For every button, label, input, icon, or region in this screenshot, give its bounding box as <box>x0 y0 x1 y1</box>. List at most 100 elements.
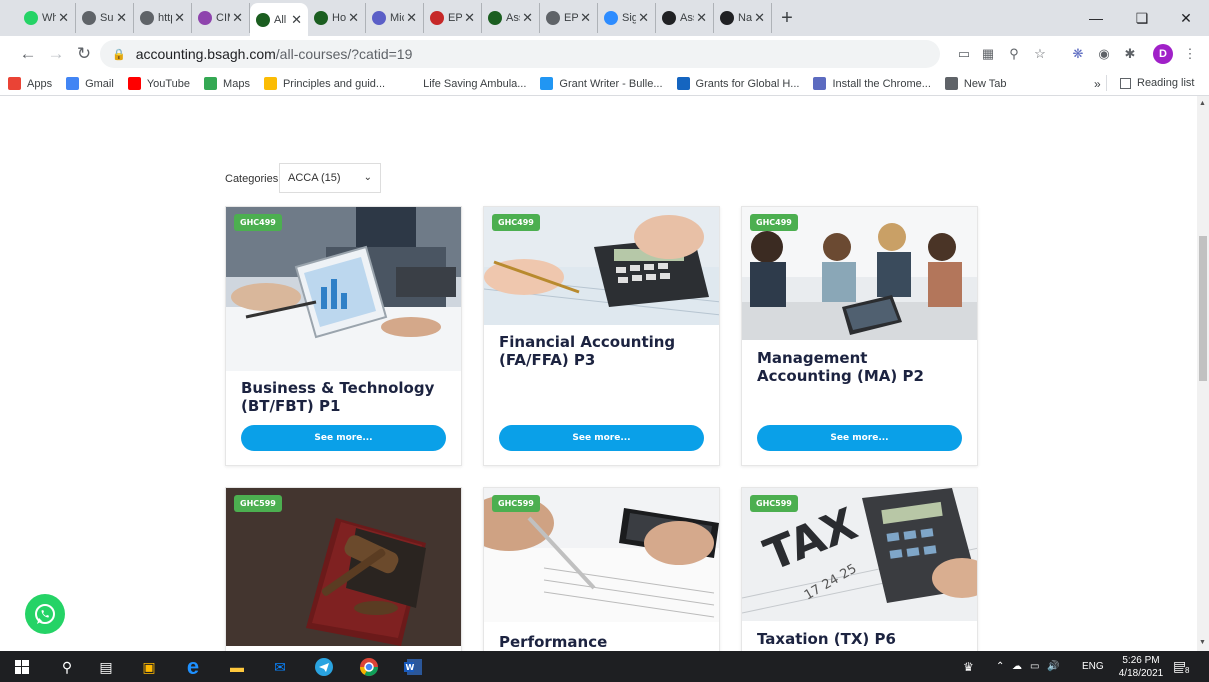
menu-icon[interactable]: ⋮ <box>1180 44 1200 64</box>
browser-tab[interactable]: Nati✕ <box>714 3 772 33</box>
cloud-icon[interactable]: ☁ <box>1012 651 1022 682</box>
course-title[interactable]: Management Accounting (MA) P2 <box>757 349 967 385</box>
address-domain: accounting.bsagh.com <box>135 46 276 62</box>
extension-shield-icon[interactable]: ◉ <box>1094 44 1114 64</box>
browser-tab[interactable]: Hon✕ <box>308 3 366 33</box>
course-title[interactable]: Taxation (TX) P6 <box>757 630 967 648</box>
notifications-button[interactable]: ▤ 8 <box>1173 651 1192 682</box>
notification-count: 8 <box>1183 666 1192 675</box>
bookmark-item[interactable]: Life Saving Ambula... <box>423 78 526 90</box>
close-window-button[interactable]: ✕ <box>1163 0 1209 36</box>
browser-tab-strip: Wha✕Sub✕http✕CIM✕All C✕Hon✕Mic✕EP9✕Assi✕… <box>0 0 1209 36</box>
close-tab-icon[interactable]: ✕ <box>464 10 475 26</box>
bookmark-item[interactable]: Gmail <box>66 77 114 90</box>
zoom-icon <box>604 11 618 25</box>
close-tab-icon[interactable]: ✕ <box>754 10 765 26</box>
close-tab-icon[interactable]: ✕ <box>174 10 185 26</box>
zoom-icon[interactable]: ⚲ <box>1004 44 1024 64</box>
maps-icon <box>204 77 218 90</box>
page-scrollbar[interactable]: ▲ ▼ <box>1197 96 1209 651</box>
browser-tab[interactable]: Assi✕ <box>482 3 540 33</box>
new-tab-button[interactable]: + <box>772 3 802 33</box>
bookmark-item[interactable]: Apps <box>8 77 52 90</box>
people-icon[interactable]: ♛ <box>963 651 974 682</box>
reload-button[interactable]: ↻ <box>70 40 98 68</box>
minimize-button[interactable]: — <box>1073 0 1119 36</box>
close-tab-icon[interactable]: ✕ <box>58 10 69 26</box>
see-more-button[interactable]: See more... <box>499 425 704 451</box>
cima-icon <box>198 11 212 25</box>
see-more-button[interactable]: See more... <box>757 425 962 451</box>
battery-icon[interactable]: ▭ <box>1030 651 1039 682</box>
browser-tab[interactable]: http✕ <box>134 3 192 33</box>
browser-tab[interactable]: Mic✕ <box>366 3 424 33</box>
course-title[interactable]: Business & Technology (BT/FBT) P1 <box>241 379 451 415</box>
restore-button[interactable]: ❏ <box>1119 0 1165 36</box>
close-tab-icon[interactable]: ✕ <box>580 10 591 26</box>
tray-chevron-icon[interactable]: ⌃ <box>996 651 1004 682</box>
translate-icon[interactable]: ▦ <box>978 44 998 64</box>
close-tab-icon[interactable]: ✕ <box>348 10 359 26</box>
close-tab-icon[interactable]: ✕ <box>232 10 243 26</box>
browser-tab[interactable]: CIM✕ <box>192 3 250 33</box>
volume-icon[interactable]: 🔊 <box>1047 651 1059 682</box>
close-tab-icon[interactable]: ✕ <box>116 10 127 26</box>
whatsapp-chat-button[interactable] <box>25 594 65 634</box>
language-indicator[interactable]: ENG <box>1082 651 1104 682</box>
close-tab-icon[interactable]: ✕ <box>406 10 417 26</box>
course-card: TAX 17 24 25 GHC599 Taxation (TX) P6 <box>741 487 978 651</box>
bookmark-label: Install the Chrome... <box>832 77 931 90</box>
scroll-down-arrow[interactable]: ▼ <box>1199 639 1206 646</box>
back-button[interactable]: ← <box>14 40 42 68</box>
mail-icon[interactable]: ✉ <box>268 655 292 679</box>
bookmark-item[interactable]: Principles and guid... <box>263 77 385 90</box>
course-title[interactable]: Performance Management <box>499 633 709 651</box>
scroll-up-arrow[interactable]: ▲ <box>1199 100 1206 107</box>
bookmarks-overflow[interactable]: » <box>1094 77 1101 91</box>
bookmark-item[interactable]: Install the Chrome... <box>813 77 931 90</box>
close-tab-icon[interactable]: ✕ <box>522 10 533 26</box>
categories-select[interactable]: ACCA (15) ⌄ <box>279 163 381 193</box>
puzzle-icon[interactable]: ✱ <box>1120 44 1140 64</box>
bookmark-item[interactable]: YouTube <box>127 77 190 90</box>
bookmark-label: Grants for Global H... <box>695 77 800 90</box>
telegram-icon[interactable] <box>312 655 336 679</box>
forward-button[interactable]: → <box>42 40 70 68</box>
system-clock[interactable]: 5:26 PM 4/18/2021 <box>1113 654 1169 680</box>
browser-tab[interactable]: Sub✕ <box>76 3 134 33</box>
course-image-financial: GHC499 <box>484 207 719 325</box>
reading-list-button[interactable]: Reading list <box>1120 77 1194 89</box>
chrome-icon[interactable] <box>357 655 381 679</box>
browser-tab[interactable]: Wha✕ <box>18 3 76 33</box>
course-title[interactable]: Financial Accounting (FA/FFA) P3 <box>499 333 709 369</box>
browser-tab[interactable]: EP9✕ <box>424 3 482 33</box>
close-tab-icon[interactable]: ✕ <box>291 12 302 28</box>
close-tab-icon[interactable]: ✕ <box>638 10 649 26</box>
profile-avatar[interactable]: D <box>1153 44 1173 64</box>
address-bar[interactable]: 🔒 accounting.bsagh.com/all-courses/?cati… <box>100 40 940 68</box>
browser-tab[interactable]: Assc✕ <box>656 3 714 33</box>
windows-start-icon[interactable] <box>10 655 34 679</box>
see-more-button[interactable]: See more... <box>241 425 446 451</box>
scroll-thumb[interactable] <box>1199 236 1207 381</box>
browser-tab[interactable]: Sign✕ <box>598 3 656 33</box>
bookmark-item[interactable]: Maps <box>204 77 250 90</box>
bookmark-label: Apps <box>27 77 53 90</box>
browser-tab[interactable]: EP9✕ <box>540 3 598 33</box>
bookmark-star-icon[interactable]: ☆ <box>1030 44 1050 64</box>
bookmark-item[interactable]: New Tab <box>944 77 1007 90</box>
task-view-icon[interactable]: ▤ <box>94 655 118 679</box>
cast-icon[interactable]: ▭ <box>954 44 974 64</box>
tab-title: Assi <box>506 12 520 24</box>
edge-icon[interactable]: e <box>181 654 205 679</box>
globe-icon <box>82 11 96 25</box>
browser-tab[interactable]: All C✕ <box>250 3 308 36</box>
bookmark-item[interactable]: Grants for Global H... <box>676 77 800 90</box>
store-icon[interactable]: ▣ <box>137 655 161 679</box>
word-icon[interactable]: W <box>402 655 426 679</box>
close-tab-icon[interactable]: ✕ <box>696 10 707 26</box>
bookmark-item[interactable]: Grant Writer - Bulle... <box>540 77 663 90</box>
search-icon[interactable]: ⚲ <box>55 655 79 679</box>
file-explorer-icon[interactable]: ▬ <box>225 655 249 679</box>
extension-icon[interactable]: ❋ <box>1068 44 1088 64</box>
